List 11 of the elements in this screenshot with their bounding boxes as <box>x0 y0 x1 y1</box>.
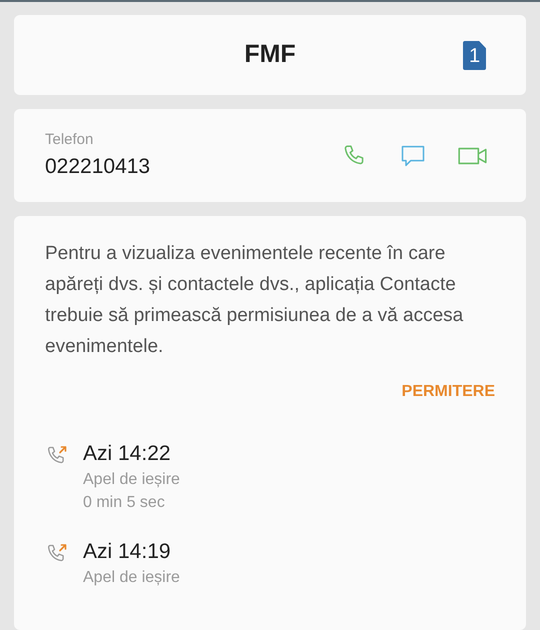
call-detail: Apel de ieșire <box>83 470 180 490</box>
field-label: Telefon <box>45 130 94 150</box>
permission-message: Pentru a vizualiza evenimentele recente în care apăreți dvs. și contactele dvs., aplicația Contacte trebuie să primească permisiunea de a vă accesa evenimentele. <box>45 242 464 359</box>
call-time: Azi 14:19 <box>83 539 172 565</box>
call-detail: Apel de ieșire <box>83 568 180 588</box>
call-time: Azi 14:22 <box>83 441 172 467</box>
phone-number: 022210413 <box>45 154 152 180</box>
allow-button[interactable]: PERMITERE <box>402 380 495 404</box>
sim-card-icon: 1 <box>463 41 486 70</box>
contact-name: FMF <box>244 39 296 70</box>
call-detail: 0 min 5 sec <box>83 493 166 513</box>
